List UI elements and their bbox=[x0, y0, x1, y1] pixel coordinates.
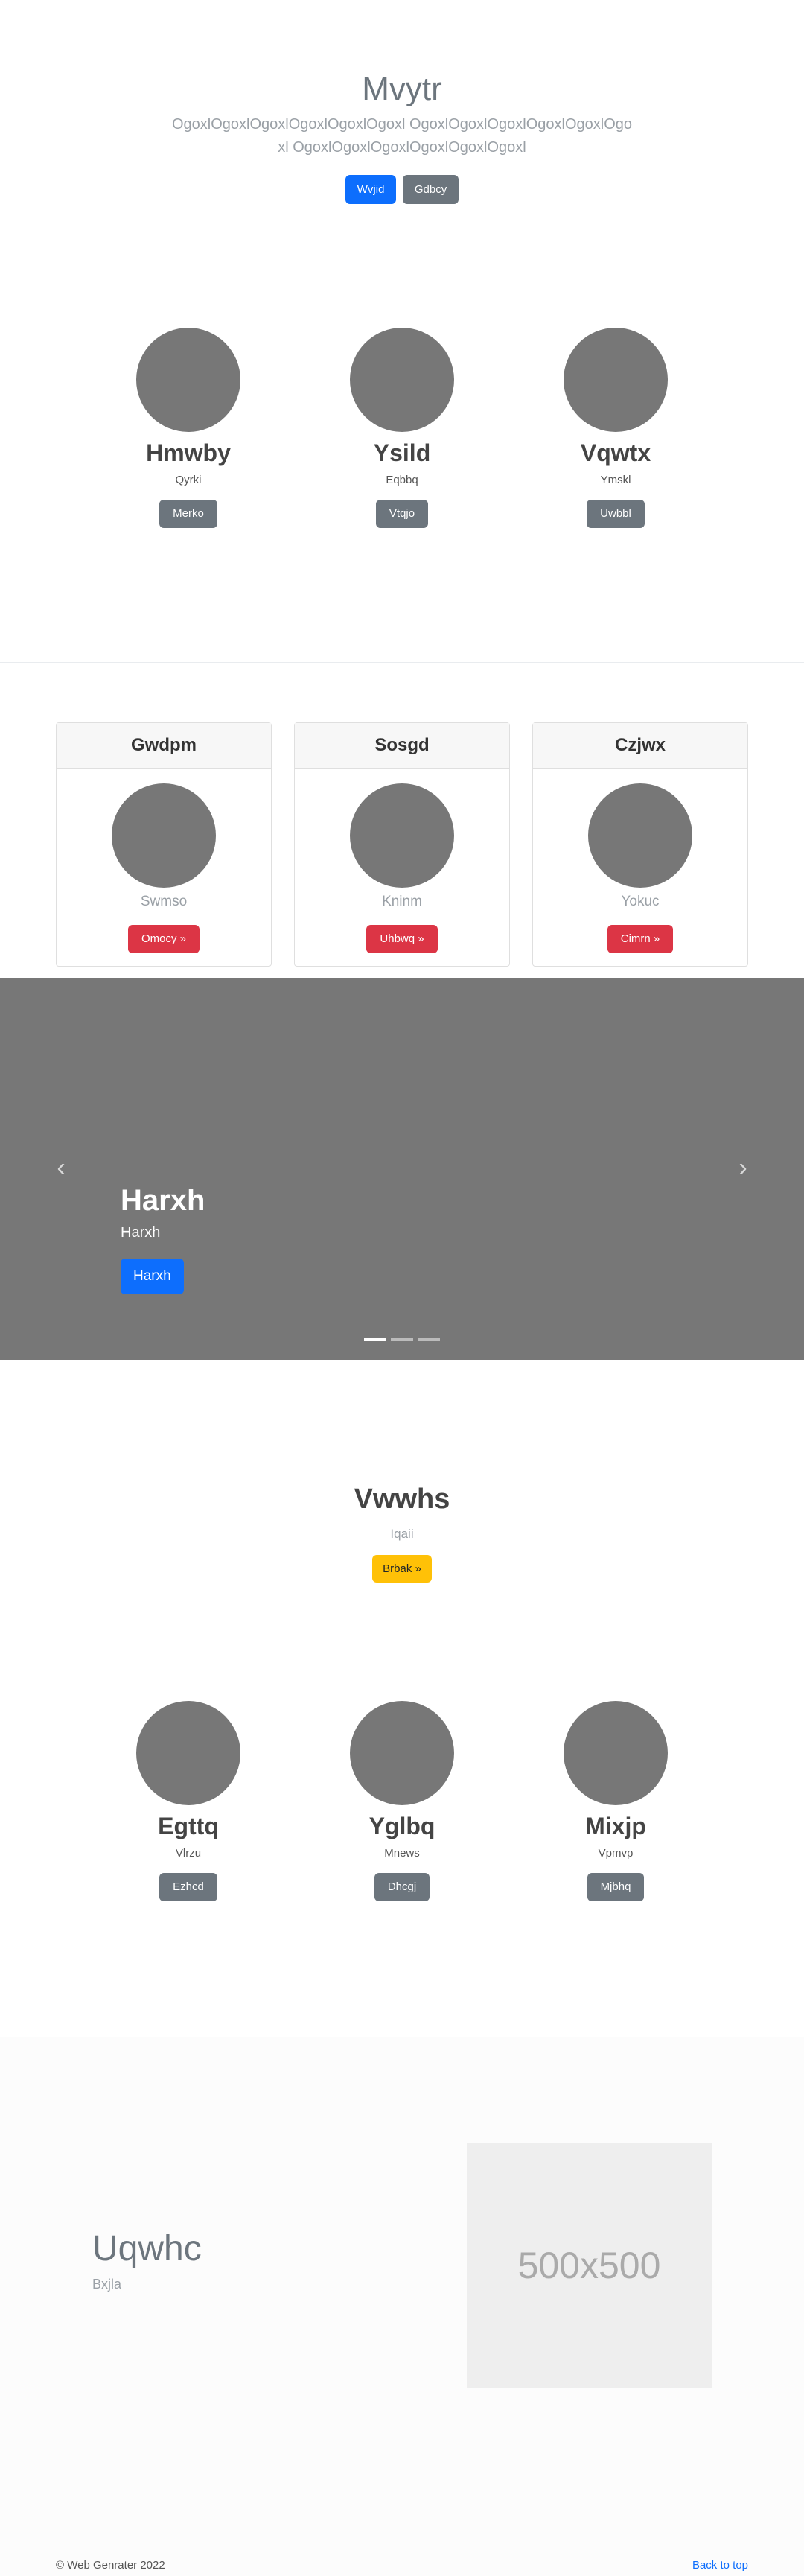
card: Czjwx Yokuc Cimrn » bbox=[532, 722, 748, 967]
feature-button[interactable]: Vtqjo bbox=[375, 500, 429, 528]
feature-name: Yglbq bbox=[368, 1813, 436, 1839]
feature-item: Vqwtx Ymskl Uwbbl bbox=[526, 328, 705, 528]
card-header: Sosgd bbox=[295, 723, 509, 769]
feature-item: Mixjp Vpmvp Mjbhq bbox=[526, 1701, 705, 1901]
feature-button[interactable]: Mjbhq bbox=[587, 1873, 645, 1901]
feature-button[interactable]: Merko bbox=[159, 500, 217, 528]
heading-title: Vwwhs bbox=[354, 1483, 450, 1515]
card-header: Gwdpm bbox=[57, 723, 271, 769]
card-image-placeholder bbox=[588, 783, 692, 888]
feature-name: Vqwtx bbox=[580, 439, 651, 466]
feature-button[interactable]: Dhcgj bbox=[374, 1873, 430, 1901]
card: Sosgd Kninm Uhbwq » bbox=[294, 722, 510, 967]
card-image-placeholder bbox=[112, 783, 216, 888]
heading-section: Vwwhs Iqaii Brbak » bbox=[0, 1482, 804, 1583]
feature-item: Hmwby Qyrki Merko bbox=[99, 328, 278, 528]
hero-title: Mvytr bbox=[362, 71, 442, 107]
heading-button[interactable]: Brbak » bbox=[372, 1555, 432, 1583]
feature-button[interactable]: Ezhcd bbox=[159, 1873, 217, 1901]
card-subtitle: Kninm bbox=[382, 894, 422, 909]
heading-subtitle: Iqaii bbox=[390, 1527, 414, 1541]
feature-row-top: Hmwby Qyrki Merko Ysild Eqbbq Vtqjo Vqwt… bbox=[0, 328, 804, 551]
card-header: Czjwx bbox=[533, 723, 747, 769]
card: Gwdpm Swmso Omocy » bbox=[56, 722, 272, 967]
feature-item: Egttq Vlrzu Ezhcd bbox=[99, 1701, 278, 1901]
feature-subtitle: Vlrzu bbox=[175, 1847, 202, 1860]
card-image-placeholder bbox=[350, 783, 454, 888]
feature-name: Hmwby bbox=[146, 439, 231, 466]
card-subtitle: Swmso bbox=[140, 894, 188, 909]
card-button[interactable]: Omocy » bbox=[127, 925, 200, 953]
carousel-indicator[interactable] bbox=[391, 1338, 413, 1341]
feature-image-placeholder bbox=[136, 328, 240, 432]
feature-image-placeholder bbox=[350, 328, 454, 432]
page: Mvytr OgoxlOgoxlOgoxlOgoxlOgoxlOgoxl Ogo… bbox=[0, 0, 804, 2576]
hero-buttons: Wvjid Gdbcy bbox=[0, 175, 804, 204]
hero-secondary-button[interactable]: Gdbcy bbox=[402, 175, 459, 204]
chevron-left-icon[interactable]: ‹ bbox=[52, 1155, 70, 1180]
feature-button[interactable]: Uwbbl bbox=[587, 500, 645, 528]
feature-name: Mixjp bbox=[585, 1813, 646, 1839]
featurette-subtitle: Bxjla bbox=[92, 2277, 122, 2292]
carousel-title: Harxh bbox=[121, 1184, 205, 1217]
featurette-title: Uqwhc bbox=[92, 2229, 202, 2268]
carousel: ‹ › Harxh Harxh Harxh bbox=[0, 978, 804, 1360]
hero-lead: OgoxlOgoxlOgoxlOgoxlOgoxlOgoxl OgoxlOgox… bbox=[171, 116, 633, 156]
chevron-right-icon[interactable]: › bbox=[734, 1155, 752, 1180]
feature-image-placeholder bbox=[350, 1701, 454, 1805]
card-button[interactable]: Cimrn » bbox=[607, 925, 674, 953]
feature-subtitle: Vpmvp bbox=[598, 1847, 634, 1860]
hero-primary-button[interactable]: Wvjid bbox=[345, 175, 397, 204]
feature-subtitle: Eqbbq bbox=[386, 474, 418, 486]
footer-copyright: © Web Genrater 2022 bbox=[56, 2559, 165, 2572]
card-subtitle: Yokuc bbox=[621, 894, 660, 909]
hero-section: Mvytr OgoxlOgoxlOgoxlOgoxlOgoxlOgoxl Ogo… bbox=[0, 0, 804, 246]
feature-image-placeholder bbox=[136, 1701, 240, 1805]
carousel-indicators bbox=[0, 1338, 804, 1341]
carousel-indicator[interactable] bbox=[418, 1338, 440, 1341]
card-button[interactable]: Uhbwq » bbox=[366, 925, 438, 953]
cards-section: Gwdpm Swmso Omocy » Sosgd Kninm Uhbwq » … bbox=[0, 722, 804, 967]
feature-item: Ysild Eqbbq Vtqjo bbox=[313, 328, 491, 528]
feature-subtitle: Qyrki bbox=[175, 474, 202, 486]
feature-row-bottom: Egttq Vlrzu Ezhcd Yglbq Mnews Dhcgj Mixj… bbox=[0, 1701, 804, 1924]
feature-image-placeholder bbox=[564, 328, 668, 432]
back-to-top-link[interactable]: Back to top bbox=[692, 2559, 748, 2572]
feature-name: Egttq bbox=[158, 1813, 219, 1839]
feature-item: Yglbq Mnews Dhcgj bbox=[313, 1701, 491, 1901]
feature-name: Ysild bbox=[373, 439, 431, 466]
featurette-image-placeholder: 500x500 bbox=[467, 2143, 712, 2388]
feature-subtitle: Ymskl bbox=[600, 474, 631, 486]
carousel-caption: Harxh bbox=[121, 1224, 161, 1241]
featurette-section: Uqwhc Bxjla 500x500 bbox=[0, 2037, 804, 2499]
divider bbox=[0, 662, 804, 663]
feature-image-placeholder bbox=[564, 1701, 668, 1805]
feature-subtitle: Mnews bbox=[384, 1847, 420, 1860]
footer: © Web Genrater 2022 Back to top bbox=[0, 2499, 804, 2576]
carousel-indicator[interactable] bbox=[364, 1338, 386, 1341]
carousel-button[interactable]: Harxh bbox=[121, 1259, 184, 1294]
